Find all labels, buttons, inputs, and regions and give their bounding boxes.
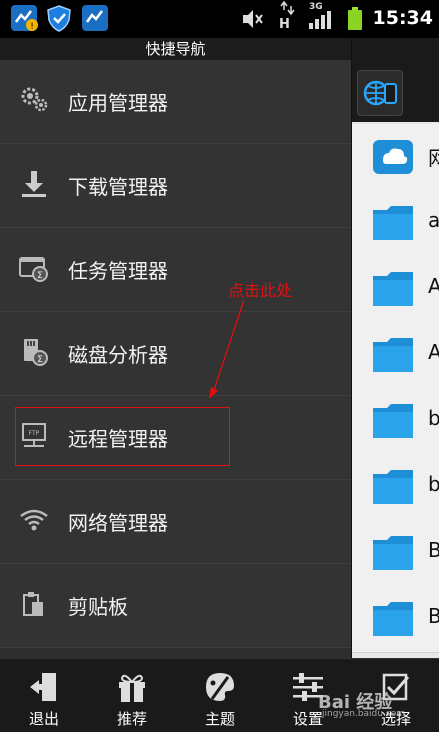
exit-label: 退出 — [28, 710, 59, 728]
palette-icon — [206, 673, 234, 701]
watermark-url: jingyan.baidu.com — [322, 709, 406, 719]
exit-icon — [30, 673, 56, 701]
theme-button[interactable]: 主题 — [176, 659, 264, 732]
annotation-arrow — [209, 299, 245, 399]
exit-button[interactable]: 退出 — [0, 659, 88, 732]
recommend-button[interactable]: 推荐 — [88, 659, 176, 732]
theme-label: 主题 — [204, 710, 235, 728]
recommend-label: 推荐 — [116, 710, 147, 728]
gift-icon — [119, 674, 145, 702]
annotation-highlight-box — [15, 407, 230, 466]
